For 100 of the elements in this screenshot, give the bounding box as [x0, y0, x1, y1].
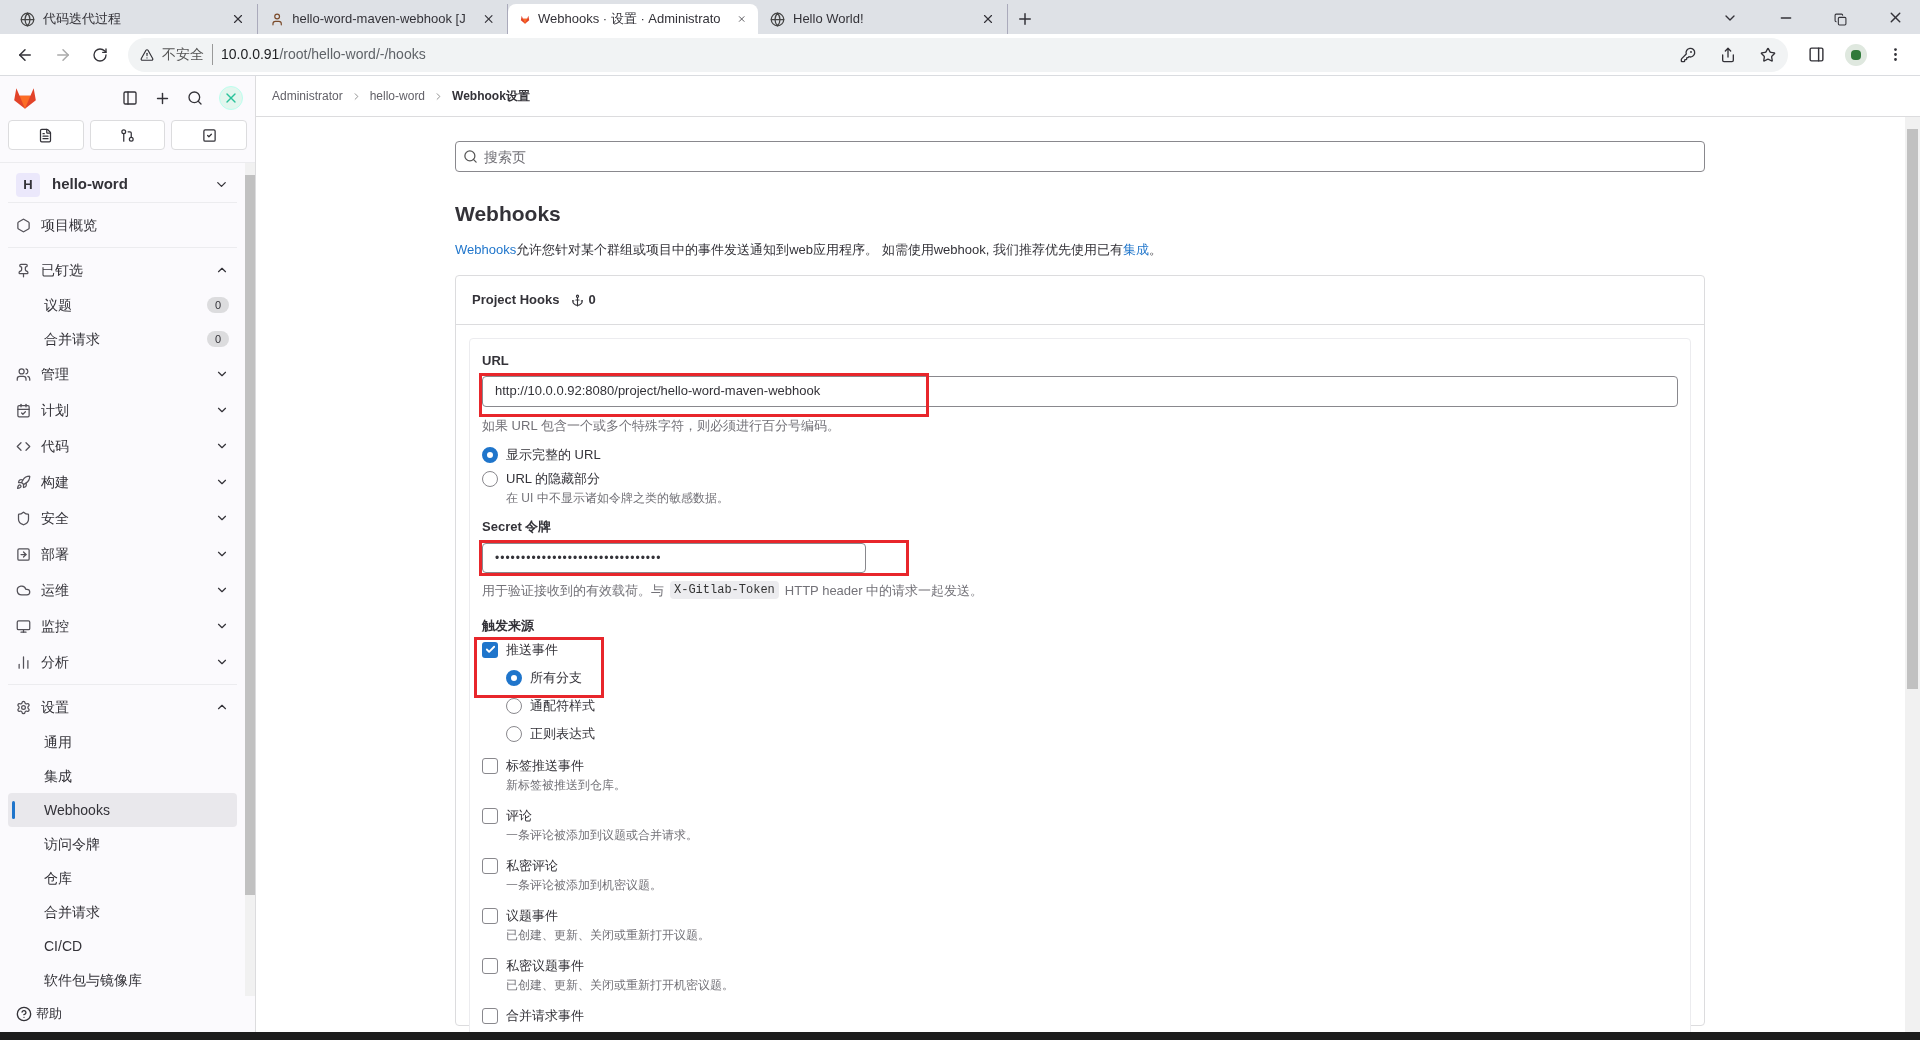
search-field[interactable]: 搜索页	[455, 141, 1705, 172]
radio-label[interactable]: 正则表达式	[530, 723, 595, 744]
shield-icon	[16, 510, 31, 526]
browser-tab[interactable]: 代码迭代过程	[8, 4, 258, 34]
nav-subitem[interactable]: CI/CD	[8, 929, 237, 963]
radio-label[interactable]: URL 的隐藏部分	[506, 469, 601, 489]
nav-subitem[interactable]: 访问令牌	[8, 827, 237, 861]
radio-label[interactable]: 所有分支	[530, 667, 582, 688]
url-label: URL	[482, 352, 510, 370]
url-field[interactable]: http://10.0.0.92:8080/project/hello-word-maven-webhook	[482, 375, 1678, 407]
nav-subitem[interactable]: 通用	[8, 725, 237, 759]
project-switcher[interactable]: H hello-word	[8, 167, 237, 203]
nav-subitem[interactable]: 软件包与镜像库	[8, 963, 237, 996]
checkbox-label[interactable]: 私密议题事件	[506, 955, 584, 976]
bar-chart-icon	[16, 654, 31, 670]
nav-subitem[interactable]: 仓库	[8, 861, 237, 895]
users-icon	[16, 366, 31, 382]
breadcrumb-item[interactable]: Administrator	[272, 87, 343, 105]
nav-section[interactable]: 设置	[8, 689, 237, 725]
close-icon[interactable]	[981, 12, 995, 26]
checkbox-label[interactable]: 私密评论	[506, 855, 558, 876]
nav-section[interactable]: 分析	[8, 644, 237, 680]
nav-section[interactable]: 构建	[8, 464, 237, 500]
warning-icon	[140, 47, 154, 62]
checkbox[interactable]	[482, 807, 498, 824]
nav-section[interactable]: 部署	[8, 536, 237, 572]
option-description: 在 UI 中不显示诸如令牌之类的敏感数据。	[505, 490, 730, 507]
check-icon	[484, 644, 496, 655]
checkbox[interactable]	[482, 1007, 498, 1024]
merge-requests-button[interactable]	[89, 120, 166, 150]
nav-subitem[interactable]: 合并请求	[8, 895, 237, 929]
search-icon[interactable]	[187, 90, 203, 106]
secret-field[interactable]: ••••••••••••••••••••••••••••••••	[482, 542, 866, 573]
reload-icon[interactable]	[92, 46, 108, 63]
checkbox[interactable]	[482, 757, 498, 774]
settings-icon	[16, 699, 31, 715]
monitor-icon	[16, 618, 31, 634]
new-tab-icon[interactable]	[1016, 10, 1034, 28]
document-icon	[38, 127, 54, 143]
checkbox[interactable]	[482, 641, 498, 658]
breadcrumb-item[interactable]: hello-word	[369, 87, 426, 105]
checkbox-label[interactable]: 推送事件	[506, 639, 558, 660]
bookmark-icon[interactable]	[1760, 46, 1776, 63]
checkbox-label[interactable]: 评论	[506, 805, 532, 826]
nav-item[interactable]: 项目概览	[8, 207, 237, 243]
nav-section[interactable]: 管理	[8, 356, 237, 392]
issues-button[interactable]	[8, 120, 84, 150]
checkbox-label[interactable]: 议题事件	[506, 905, 558, 926]
tab-title: 代码迭代过程	[43, 10, 121, 29]
pin-icon	[16, 262, 31, 278]
todo-button[interactable]	[171, 120, 247, 150]
checkbox-label[interactable]: 合并请求事件	[506, 1005, 584, 1026]
checkbox[interactable]	[482, 907, 498, 924]
hexagon-icon	[16, 217, 31, 233]
close-icon[interactable]	[231, 12, 245, 26]
tab-title: Webhooks · 设置 · Administrato	[538, 10, 721, 29]
cloud-icon	[16, 582, 31, 598]
checkbox[interactable]	[482, 957, 498, 974]
nav-section[interactable]: 计划	[8, 392, 237, 428]
option-description: 新标签被推送到仓库。	[505, 776, 627, 794]
intro-link[interactable]: Webhooks	[455, 241, 517, 257]
sidebar-toggle-icon[interactable]	[122, 90, 138, 106]
secret-label: Secret 令牌	[482, 518, 553, 536]
nav-subitem[interactable]: 议题 0	[8, 288, 237, 322]
anchor-icon	[571, 293, 585, 307]
checkbox[interactable]	[482, 857, 498, 874]
restore-icon[interactable]	[1834, 13, 1847, 26]
rocket-icon	[16, 474, 31, 490]
radio-label[interactable]: 通配符样式	[530, 695, 595, 716]
card-title: Project Hooks	[472, 291, 560, 310]
nav-subitem[interactable]: 集成	[8, 759, 237, 793]
profile-avatar[interactable]	[1845, 43, 1867, 66]
page-scrollbar[interactable]	[1905, 117, 1920, 1032]
sidebar-scrollbar[interactable]	[245, 163, 255, 996]
nav-subitem[interactable]: Webhooks	[8, 793, 237, 827]
radio-button[interactable]	[506, 725, 522, 742]
radio-button[interactable]	[482, 447, 498, 463]
radio-button[interactable]	[506, 669, 522, 686]
share-icon[interactable]	[1720, 46, 1736, 63]
browser-tab[interactable]: Webhooks · 设置 · Administrato	[508, 4, 758, 34]
nav-section[interactable]: 运维	[8, 572, 237, 608]
radio-label[interactable]: 显示完整的 URL	[506, 445, 601, 465]
field-help: HTTP header 中的请求一起发送。	[784, 581, 984, 600]
option-description: 已创建、更新、关闭或重新打开机密议题。	[505, 976, 735, 994]
side-panel-icon[interactable]	[1808, 46, 1825, 63]
nav-section[interactable]: 代码	[8, 428, 237, 464]
option-description: 一条评论被添加到机密议题。	[505, 876, 663, 894]
browser-tab[interactable]: Hello World!	[758, 4, 1008, 34]
globe-icon	[20, 11, 35, 27]
checkbox-label[interactable]: 标签推送事件	[506, 755, 584, 776]
help-link[interactable]: 帮助	[0, 996, 255, 1032]
nav-section[interactable]: 监控	[8, 608, 237, 644]
address-bar[interactable]: 不安全 10.0.0.91/root/hello-word/-/hooks	[128, 37, 1788, 72]
radio-button[interactable]	[482, 471, 498, 487]
nav-section[interactable]: 安全	[8, 500, 237, 536]
nav-subitem[interactable]: 合并请求 0	[8, 322, 237, 356]
intro-link[interactable]: 集成	[1122, 241, 1149, 257]
nav-section[interactable]: 已钉选	[8, 252, 237, 288]
key-icon[interactable]	[1680, 46, 1696, 63]
avatar-icon	[270, 11, 285, 27]
